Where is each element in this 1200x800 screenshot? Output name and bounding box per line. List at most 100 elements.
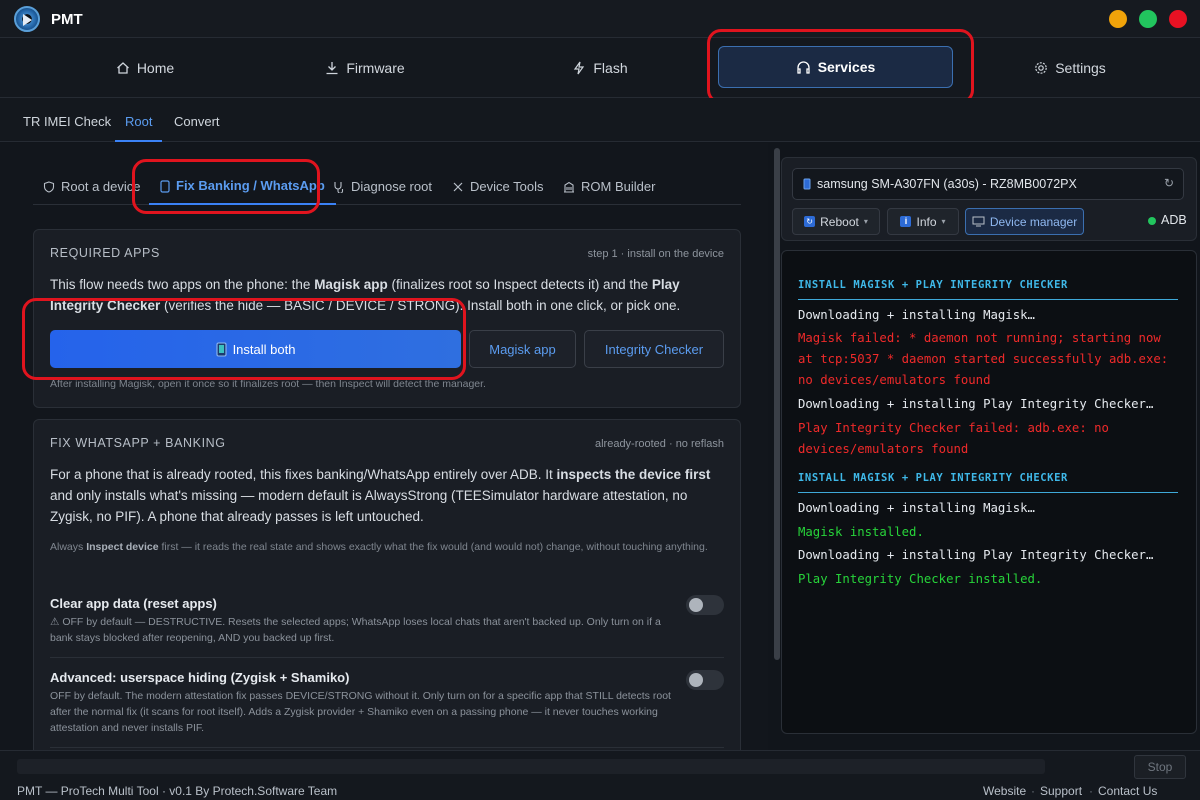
console-log: INSTALL MAGISK + PLAY INTEGRITY CHECKER … xyxy=(781,250,1197,734)
console-line-success: Magisk installed. xyxy=(798,525,924,539)
footer-credits: PMT — ProTech Multi Tool · v0.1 By Prote… xyxy=(17,784,338,798)
tab-diagnose-root[interactable]: Diagnose root xyxy=(333,169,432,205)
desc-text: and only installs what's missing — moder… xyxy=(50,488,688,524)
nav-firmware[interactable]: Firmware xyxy=(290,38,440,98)
tab-device-tools[interactable]: Device Tools xyxy=(452,169,543,205)
subtab-root[interactable]: Root xyxy=(115,98,163,142)
home-icon xyxy=(116,62,129,74)
nav-flash-label: Flash xyxy=(593,60,628,76)
minimize-button[interactable] xyxy=(1109,10,1127,28)
nav-settings-label: Settings xyxy=(1055,60,1106,76)
device-selector[interactable]: samsung SM-A307FN (a30s) - RZ8MB0072PX ↻ xyxy=(792,168,1184,200)
app-title: PMT xyxy=(51,11,83,28)
left-pane-scrollbar[interactable] xyxy=(774,148,780,660)
download-icon xyxy=(326,62,338,75)
nav-flash[interactable]: Flash xyxy=(525,38,675,98)
chevron-down-icon: ▾ xyxy=(863,217,868,226)
footer-link-website[interactable]: Website xyxy=(983,784,1026,798)
integrity-checker-button[interactable]: Integrity Checker xyxy=(584,330,724,368)
userspace-hiding-toggle[interactable] xyxy=(686,670,724,690)
hint-bold: Inspect device xyxy=(86,541,159,553)
nav-firmware-label: Firmware xyxy=(346,60,405,76)
hint-text: Always xyxy=(50,541,87,553)
required-apps-meta: step 1 · install on the device xyxy=(587,248,724,260)
connection-status-label: ADB xyxy=(1161,213,1187,227)
main-nav: Home Firmware Flash Services Settings xyxy=(0,38,1200,98)
console-line-success: Play Integrity Checker installed. xyxy=(798,572,1043,586)
console-section-rule xyxy=(798,299,1178,300)
tab-root-a-device-label: Root a device xyxy=(61,179,141,194)
tab-device-tools-label: Device Tools xyxy=(470,179,544,194)
refresh-icon[interactable]: ↻ xyxy=(1164,176,1174,190)
console-line-error: Magisk failed: * daemon not running; sta… xyxy=(798,331,1169,387)
device-manager-label: Device manager xyxy=(989,214,1078,229)
monitor-icon xyxy=(972,216,985,227)
reboot-label: Reboot xyxy=(820,214,859,229)
fix-whatsapp-card: FIX WHATSAPP + BANKING already-rooted · … xyxy=(33,419,741,750)
device-panel: samsung SM-A307FN (a30s) - RZ8MB0072PX ↻… xyxy=(781,157,1197,241)
reboot-icon: ↻ xyxy=(804,216,816,227)
phone-icon xyxy=(803,178,811,190)
console-line-info: Downloading + installing Magisk… xyxy=(798,308,1035,322)
console-section-heading: INSTALL MAGISK + PLAY INTEGRITY CHECKER xyxy=(798,472,1068,484)
gear-icon xyxy=(1035,62,1048,74)
desc-text: This flow needs two apps on the phone: t… xyxy=(50,277,315,292)
clear-app-data-toggle[interactable] xyxy=(686,595,724,615)
service-subtabs: TR IMEI Check Root Convert xyxy=(0,98,1200,142)
clear-app-data-title: Clear app data (reset apps) xyxy=(50,596,217,611)
annotation-highlight-services xyxy=(707,29,974,104)
bolt-icon xyxy=(574,61,585,75)
magisk-app-button[interactable]: Magisk app xyxy=(469,330,576,368)
tools-icon xyxy=(453,182,463,192)
option-divider xyxy=(50,747,724,748)
subtab-convert[interactable]: Convert xyxy=(174,98,220,142)
annotation-highlight-install-both xyxy=(22,298,466,380)
nav-settings[interactable]: Settings xyxy=(995,38,1145,98)
fix-whatsapp-description: For a phone that is already rooted, this… xyxy=(50,464,730,527)
annotation-highlight-fix-banking-tab xyxy=(132,159,320,214)
building-icon xyxy=(564,181,574,193)
desc-text: (finalizes root so Inspect detects it) a… xyxy=(387,277,652,292)
footer-link-contact[interactable]: Contact Us xyxy=(1098,784,1157,798)
device-manager-button[interactable]: Device manager xyxy=(965,208,1084,235)
console-line-info: Downloading + installing Magisk… xyxy=(798,501,1035,515)
desc-bold-magisk: Magisk app xyxy=(314,277,388,292)
info-button[interactable]: i Info ▾ xyxy=(887,208,959,235)
userspace-hiding-description: OFF by default. The modern attestation f… xyxy=(50,690,671,734)
app-logo xyxy=(14,6,40,32)
clear-app-data-description: ⚠ OFF by default — DESTRUCTIVE. Resets t… xyxy=(50,616,661,644)
footer-link-support[interactable]: Support xyxy=(1040,784,1082,798)
stop-button[interactable]: Stop xyxy=(1134,755,1186,779)
required-apps-heading: REQUIRED APPS xyxy=(50,246,160,260)
maximize-button[interactable] xyxy=(1139,10,1157,28)
connection-status-dot xyxy=(1148,217,1156,225)
device-selector-value: samsung SM-A307FN (a30s) - RZ8MB0072PX xyxy=(817,177,1077,191)
info-icon: i xyxy=(900,216,912,227)
reboot-button[interactable]: ↻ Reboot ▾ xyxy=(792,208,880,235)
close-button[interactable] xyxy=(1169,10,1187,28)
footer-separator: · xyxy=(1031,784,1035,798)
console-section-rule xyxy=(798,492,1178,493)
subtab-tr-imei-check[interactable]: TR IMEI Check xyxy=(23,98,111,142)
console-section-heading: INSTALL MAGISK + PLAY INTEGRITY CHECKER xyxy=(798,279,1068,291)
userspace-hiding-title: Advanced: userspace hiding (Zygisk + Sha… xyxy=(50,670,350,685)
tab-rom-builder-label: ROM Builder xyxy=(581,179,656,194)
status-footer: Stop PMT — ProTech Multi Tool · v0.1 By … xyxy=(0,750,1200,800)
option-divider xyxy=(50,657,724,658)
fix-whatsapp-meta: already-rooted · no reflash xyxy=(594,438,724,450)
console-line-error: Play Integrity Checker failed: adb.exe: … xyxy=(798,421,1109,456)
desc-bold-inspects: inspects the device first xyxy=(556,467,711,482)
shield-icon xyxy=(43,181,55,193)
tab-rom-builder[interactable]: ROM Builder xyxy=(563,169,655,205)
console-line-info: Downloading + installing Play Integrity … xyxy=(798,548,1154,562)
tab-root-a-device[interactable]: Root a device xyxy=(43,169,141,205)
console-line-info: Downloading + installing Play Integrity … xyxy=(798,397,1154,411)
progress-bar xyxy=(17,759,1045,774)
desc-text: For a phone that is already rooted, this… xyxy=(50,467,557,482)
stethoscope-icon xyxy=(334,182,344,193)
nav-home[interactable]: Home xyxy=(70,38,220,98)
chevron-down-icon: ▾ xyxy=(941,217,946,226)
nav-home-label: Home xyxy=(136,60,175,76)
fix-whatsapp-hint: Always Inspect device first — it reads t… xyxy=(50,539,710,556)
footer-separator: · xyxy=(1089,784,1093,798)
